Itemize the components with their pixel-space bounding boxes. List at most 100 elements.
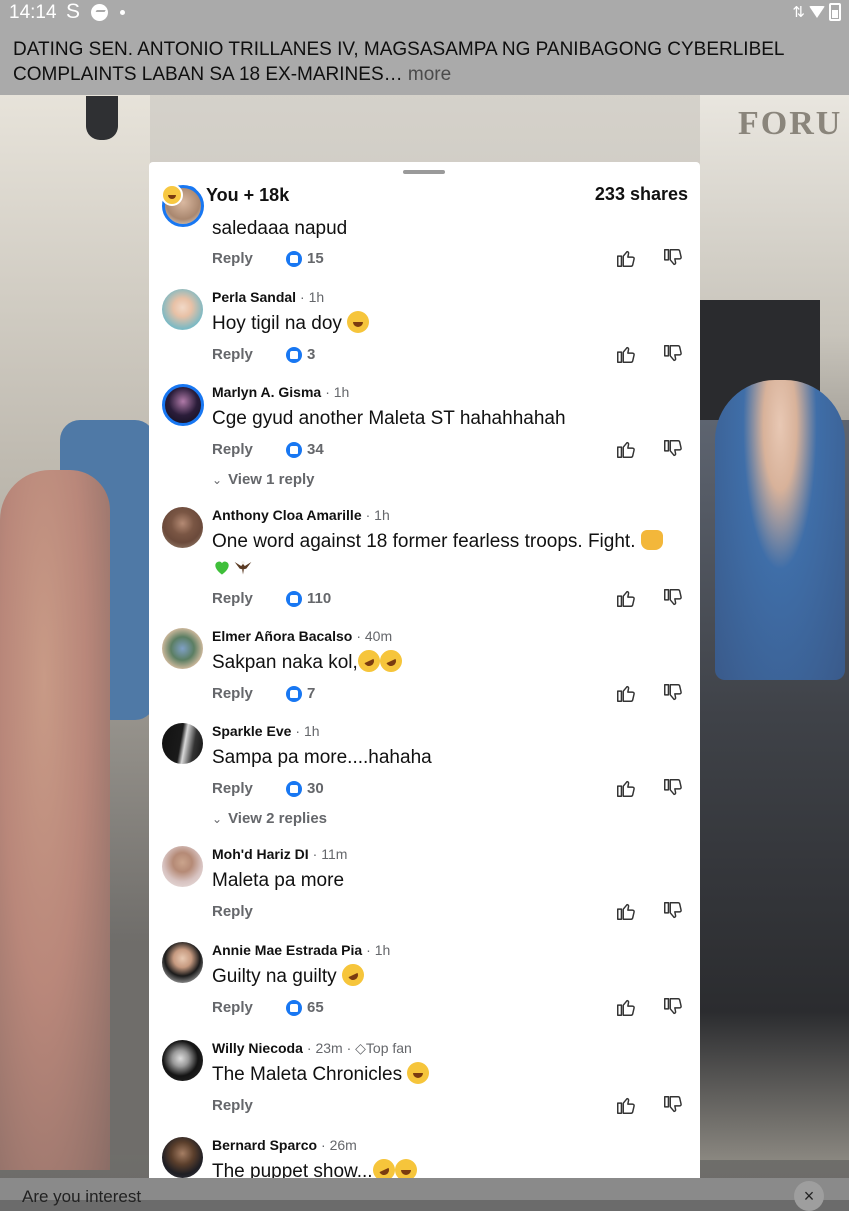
reply-button[interactable]: Reply xyxy=(212,1097,253,1114)
thumbs-up-icon[interactable] xyxy=(615,343,637,365)
status-bar: 14:14 S ⇅ xyxy=(0,0,849,26)
comment-text: Hoy tigil na doy xyxy=(212,310,692,337)
thumbs-up-icon[interactable] xyxy=(615,247,637,269)
comment-actions: Reply xyxy=(212,1094,692,1119)
commenter-name[interactable]: Marlyn A. Gisma · 1h xyxy=(212,384,349,400)
s-app-icon: S xyxy=(66,0,81,23)
banner-text: Are you interest xyxy=(22,1187,142,1206)
like-count-value: 15 xyxy=(307,250,324,267)
like-count[interactable]: 3 xyxy=(286,346,315,363)
like-count-value: 30 xyxy=(307,780,324,797)
thumbs-down-icon[interactable] xyxy=(662,996,684,1018)
eagle-emoji-icon xyxy=(234,561,252,575)
reply-button[interactable]: Reply xyxy=(212,590,253,607)
like-count-value: 7 xyxy=(307,685,316,702)
comment-text: Guilty na guilty xyxy=(212,960,692,990)
grinning-sweat-emoji-icon xyxy=(407,1062,430,1084)
commenter-name[interactable]: Sparkle Eve · 1h xyxy=(212,723,320,739)
comment-time: · 1h xyxy=(325,384,350,400)
reply-button[interactable]: Reply xyxy=(212,346,253,363)
commenter-name[interactable]: Willy Niecoda · 23m · ◇Top fan xyxy=(212,1040,412,1057)
thumbs-up-icon[interactable] xyxy=(615,438,637,460)
comment-time: · 1h xyxy=(365,507,390,523)
comment-actions: Reply xyxy=(212,900,692,925)
reply-button[interactable]: Reply xyxy=(212,780,253,797)
avatar[interactable] xyxy=(162,942,203,983)
badge-label: Top fan xyxy=(365,1040,412,1056)
thumbs-up-icon[interactable] xyxy=(615,587,637,609)
commenter-name[interactable]: Elmer Añora Bacalso · 40m xyxy=(212,628,392,644)
name-text: Elmer Añora Bacalso xyxy=(212,628,353,644)
avatar[interactable] xyxy=(162,1137,203,1178)
thumbs-down-icon[interactable] xyxy=(662,900,684,922)
reply-button[interactable]: Reply xyxy=(212,999,253,1016)
thumbs-up-icon[interactable] xyxy=(615,682,637,704)
thumbs-up-icon[interactable] xyxy=(615,900,637,922)
reply-button[interactable]: Reply xyxy=(212,250,253,267)
headline-text: DATING SEN. ANTONIO TRILLANES IV, MAGSAS… xyxy=(13,39,784,85)
comment-time: · 26m xyxy=(321,1137,357,1153)
view-replies-button[interactable]: ⌄ View 2 replies xyxy=(212,810,327,827)
green-heart-emoji-icon xyxy=(215,561,229,575)
comment-actions: Reply 7 xyxy=(212,682,692,707)
thumbs-down-icon[interactable] xyxy=(662,777,684,799)
avatar[interactable] xyxy=(162,846,203,887)
commenter-name[interactable]: Moh'd Hariz DI · 11m xyxy=(212,846,347,862)
comments-sheet: You + 18k 233 shares saledaaa napud Repl… xyxy=(149,162,700,1200)
like-count[interactable]: 30 xyxy=(286,780,324,797)
commenter-name[interactable]: Bernard Sparco · 26m xyxy=(212,1137,357,1153)
close-icon[interactable]: × xyxy=(794,1181,824,1211)
name-text: Moh'd Hariz DI xyxy=(212,846,309,862)
shares-count[interactable]: 233 shares xyxy=(595,184,688,205)
view-replies-button[interactable]: ⌄ View 1 reply xyxy=(212,471,315,488)
thumbs-down-icon[interactable] xyxy=(662,247,684,269)
like-count-value: 110 xyxy=(307,590,332,607)
thumbs-up-icon[interactable] xyxy=(615,777,637,799)
like-count[interactable]: 15 xyxy=(286,250,324,267)
comment-time: · 11m xyxy=(312,846,348,862)
avatar[interactable] xyxy=(162,289,203,330)
name-text: Marlyn A. Gisma xyxy=(212,384,322,400)
comment-text-value: The Maleta Chronicles xyxy=(212,1064,403,1085)
avatar[interactable] xyxy=(162,723,203,764)
status-right: ⇅ xyxy=(792,3,841,21)
comment-actions: Reply 3 xyxy=(212,343,692,368)
post-headline[interactable]: DATING SEN. ANTONIO TRILLANES IV, MAGSAS… xyxy=(13,37,833,87)
reply-button[interactable]: Reply xyxy=(212,685,253,702)
commenter-name[interactable]: Annie Mae Estrada Pia · 1h xyxy=(212,942,390,958)
comment-text: The Maleta Chronicles xyxy=(212,1061,692,1088)
more-link[interactable]: more xyxy=(408,64,451,85)
commenter-name[interactable]: Perla Sandal · 1h xyxy=(212,289,324,305)
like-icon xyxy=(286,780,302,797)
avatar[interactable] xyxy=(162,384,204,426)
bottom-banner[interactable]: Are you interest × xyxy=(0,1178,849,1211)
comment-actions: Reply 30 xyxy=(212,777,692,802)
blurred-person xyxy=(0,470,110,1170)
drag-handle[interactable] xyxy=(403,170,445,174)
thumbs-down-icon[interactable] xyxy=(662,682,684,704)
thumbs-down-icon[interactable] xyxy=(662,438,684,460)
like-count[interactable]: 110 xyxy=(286,590,331,607)
like-count[interactable]: 34 xyxy=(286,441,324,458)
reply-button[interactable]: Reply xyxy=(212,441,253,458)
commenter-name[interactable]: Anthony Cloa Amarille · 1h xyxy=(212,507,390,523)
avatar[interactable] xyxy=(162,507,203,548)
avatar[interactable] xyxy=(162,1040,203,1081)
like-count-value: 3 xyxy=(307,346,316,363)
comment-time: · 23m · xyxy=(306,1040,352,1056)
comment-text-value: Hoy tigil na doy xyxy=(212,313,342,334)
thumbs-up-icon[interactable] xyxy=(615,1094,637,1116)
like-count[interactable]: 7 xyxy=(286,685,315,702)
comment-text: Sampa pa more....hahaha xyxy=(212,747,432,768)
reply-button[interactable]: Reply xyxy=(212,903,253,920)
thumbs-down-icon[interactable] xyxy=(662,587,684,609)
thumbs-down-icon[interactable] xyxy=(662,1094,684,1116)
thumbs-down-icon[interactable] xyxy=(662,343,684,365)
thumbs-up-icon[interactable] xyxy=(615,996,637,1018)
top-overlay: 14:14 S ⇅ DATING SEN. ANTONIO TRILLANES … xyxy=(0,0,849,95)
comment-text: Maleta pa more xyxy=(212,870,345,891)
chevron-down-icon: ⌄ xyxy=(212,473,223,487)
avatar[interactable] xyxy=(162,628,203,669)
rofl-emoji-icon xyxy=(376,646,406,676)
like-count[interactable]: 65 xyxy=(286,999,324,1016)
